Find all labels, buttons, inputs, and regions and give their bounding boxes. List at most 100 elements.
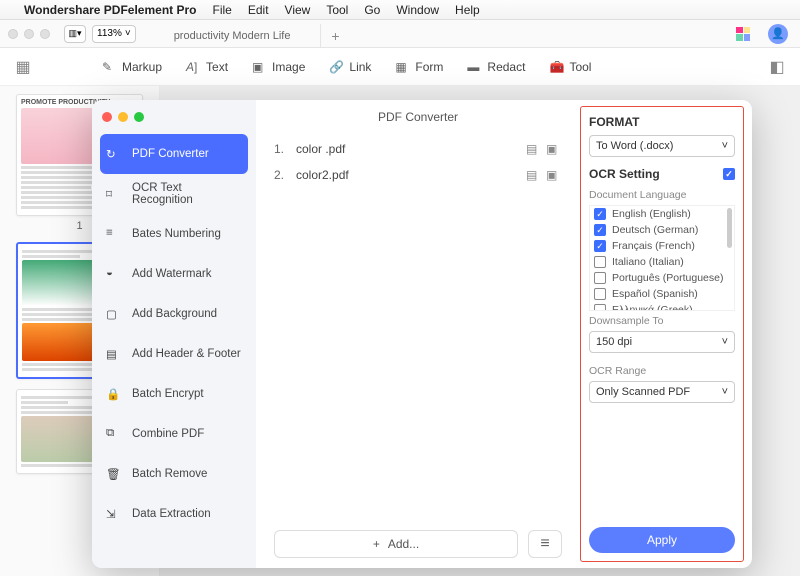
image-label: Image	[272, 60, 305, 74]
zoom-select[interactable]: 113%˅	[92, 25, 136, 43]
format-panel: FORMAT To Word (.docx)˅ OCR Setting ✓ Do…	[580, 106, 744, 562]
downsample-label: Downsample To	[589, 315, 735, 327]
text-tool[interactable]: A] Text	[186, 60, 228, 74]
language-checkbox[interactable]: ✓	[594, 240, 606, 252]
close-dialog-icon[interactable]	[102, 112, 112, 122]
watermark-icon: ◒	[106, 267, 120, 281]
language-option[interactable]: Italiano (Italian)	[590, 254, 734, 270]
menu-edit[interactable]: Edit	[248, 3, 269, 17]
language-label: Deutsch (German)	[612, 224, 698, 236]
form-tool[interactable]: ▦ Form	[395, 60, 443, 74]
ocr-heading: OCR Setting	[589, 167, 660, 181]
menu-tool[interactable]: Tool	[326, 3, 348, 17]
file-row[interactable]: 2. color2.pdf ▤ ▣	[274, 162, 562, 188]
zoom-window-icon[interactable]	[40, 29, 50, 39]
add-label: Add...	[388, 537, 419, 551]
add-file-button[interactable]: +Add...	[274, 530, 518, 558]
apps-grid-icon[interactable]	[736, 27, 750, 41]
language-option[interactable]: Español (Spanish)	[590, 286, 734, 302]
language-checkbox[interactable]	[594, 272, 606, 284]
language-option[interactable]: Ελληνικά (Greek)	[590, 302, 734, 311]
user-avatar[interactable]: 👤	[768, 24, 788, 44]
lock-icon: 🔒	[106, 387, 120, 401]
menu-view[interactable]: View	[285, 3, 311, 17]
language-option[interactable]: ✓ Deutsch (German)	[590, 222, 734, 238]
sidebar-label: OCR Text Recognition	[132, 182, 242, 206]
sidebar-label: Combine PDF	[132, 428, 204, 440]
background-icon: ▢	[106, 307, 120, 321]
sidebar-item-header-footer[interactable]: ▤Add Header & Footer	[92, 334, 256, 374]
trash-icon: 🗑	[106, 467, 120, 481]
form-icon: ▦	[395, 60, 409, 74]
apply-button[interactable]: Apply	[589, 527, 735, 553]
sidebar-item-encrypt[interactable]: 🔒Batch Encrypt	[92, 374, 256, 414]
sidebar-item-background[interactable]: ▢Add Background	[92, 294, 256, 334]
redact-tool[interactable]: ▬Redact	[467, 60, 525, 74]
tool-menu[interactable]: 🧰Tool	[549, 60, 591, 74]
file-row[interactable]: 1. color .pdf ▤ ▣	[274, 136, 562, 162]
menu-help[interactable]: Help	[455, 3, 480, 17]
sidebar-item-ocr[interactable]: ⌑ OCR Text Recognition	[92, 174, 256, 214]
thumbnails-toggle-icon[interactable]: ▦	[12, 56, 34, 78]
list-options-button[interactable]: ≡	[528, 530, 562, 558]
link-icon: 🔗	[329, 60, 343, 74]
ocr-range-select[interactable]: Only Scanned PDF ˅	[589, 381, 735, 403]
chevron-down-icon: ˅	[722, 386, 728, 398]
sidebar-item-bates[interactable]: ≡Bates Numbering	[92, 214, 256, 254]
sidebar-item-watermark[interactable]: ◒Add Watermark	[92, 254, 256, 294]
text-icon: A]	[186, 60, 200, 74]
new-tab-button[interactable]: +	[321, 24, 349, 48]
convert-icon: ↻	[106, 147, 120, 161]
file-preview-icon[interactable]: ▣	[546, 142, 562, 156]
language-option[interactable]: ✓Français (French)	[590, 238, 734, 254]
ocr-range-label: OCR Range	[589, 365, 735, 377]
sidebar-item-pdf-converter[interactable]: ↻PDF Converter	[100, 134, 248, 174]
file-index: 2.	[274, 168, 296, 182]
markup-tool[interactable]: ✎Markup	[102, 60, 162, 74]
image-tool[interactable]: ▣Image	[252, 60, 305, 74]
link-tool[interactable]: 🔗Link	[329, 60, 371, 74]
zoom-dialog-icon[interactable]	[134, 112, 144, 122]
language-option[interactable]: Português (Portuguese)	[590, 270, 734, 286]
dialog-main: PDF Converter 1. color .pdf ▤ ▣ 2. color…	[256, 100, 580, 568]
language-checkbox[interactable]	[594, 304, 606, 311]
menu-go[interactable]: Go	[364, 3, 380, 17]
tab-bar: productivity Modern Life +	[144, 20, 350, 48]
file-preview-icon[interactable]: ▣	[546, 168, 562, 182]
language-option[interactable]: ✓English (English)	[590, 206, 734, 222]
minimize-window-icon[interactable]	[24, 29, 34, 39]
file-name: color .pdf	[296, 142, 522, 156]
toolbox-icon: 🧰	[549, 60, 563, 74]
apply-label: Apply	[647, 533, 677, 547]
ocr-icon: ⌑	[106, 187, 120, 201]
file-index: 1.	[274, 142, 296, 156]
document-tab[interactable]: productivity Modern Life	[144, 24, 322, 48]
chevron-down-icon: ˅	[722, 140, 728, 152]
language-checkbox[interactable]	[594, 256, 606, 268]
text-label: Text	[206, 60, 228, 74]
page-layout-button[interactable]: ▥▾	[64, 25, 86, 43]
menu-file[interactable]: File	[213, 3, 232, 17]
sidebar-item-combine[interactable]: ⧉Combine PDF	[92, 414, 256, 454]
ocr-toggle-checkbox[interactable]: ✓	[723, 168, 735, 180]
range-value: Only Scanned PDF	[596, 386, 690, 398]
language-label: Italiano (Italian)	[612, 256, 684, 268]
format-select[interactable]: To Word (.docx)˅	[589, 135, 735, 157]
file-options-icon[interactable]: ▤	[526, 168, 542, 182]
dialog-title: PDF Converter	[256, 100, 580, 130]
language-checkbox[interactable]	[594, 288, 606, 300]
sidebar-item-batch-remove[interactable]: 🗑Batch Remove	[92, 454, 256, 494]
menu-window[interactable]: Window	[396, 3, 439, 17]
close-window-icon[interactable]	[8, 29, 18, 39]
panel-toggle-icon[interactable]: ◧	[766, 56, 788, 78]
scrollbar-thumb[interactable]	[727, 208, 732, 248]
sidebar-item-data-extraction[interactable]: ⇲Data Extraction	[92, 494, 256, 534]
language-checkbox[interactable]: ✓	[594, 224, 606, 236]
app-name[interactable]: Wondershare PDFelement Pro	[24, 3, 197, 17]
form-label: Form	[415, 60, 443, 74]
file-options-icon[interactable]: ▤	[526, 142, 542, 156]
language-list[interactable]: ✓English (English)✓Deutsch (German)✓Fran…	[589, 205, 735, 311]
minimize-dialog-icon[interactable]	[118, 112, 128, 122]
language-checkbox[interactable]: ✓	[594, 208, 606, 220]
downsample-select[interactable]: 150 dpi˅	[589, 331, 735, 353]
